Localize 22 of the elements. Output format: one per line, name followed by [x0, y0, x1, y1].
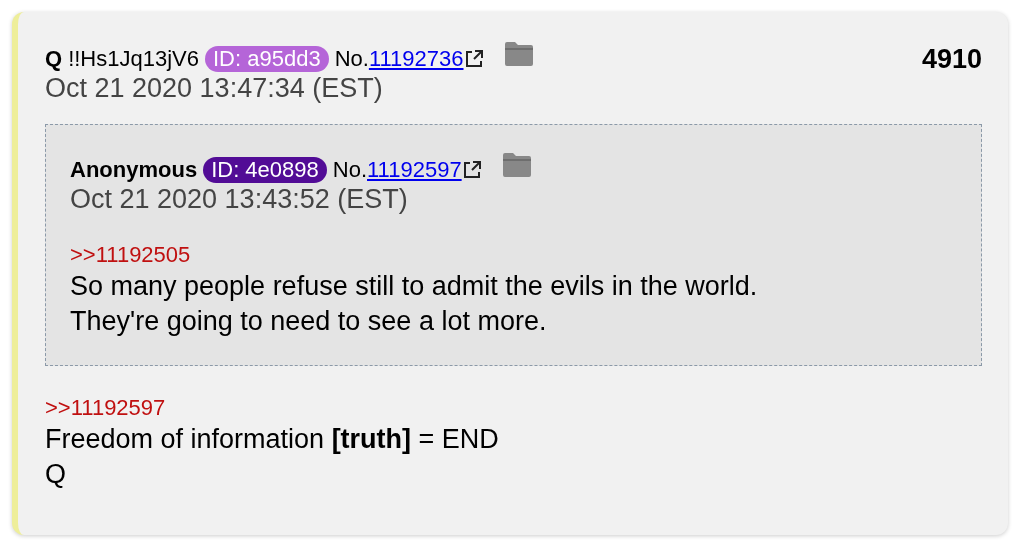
reply-link[interactable]: >>11192597: [45, 394, 982, 422]
external-link-icon[interactable]: [461, 160, 482, 180]
post-number-label: No.: [334, 46, 369, 72]
post-count: 4910: [921, 46, 982, 72]
external-link-icon[interactable]: [463, 49, 484, 69]
id-badge: ID: a95dd3: [205, 46, 329, 72]
post-date: Oct 21 2020 13:47:34 (EST): [45, 72, 384, 104]
post-number-label: No.: [332, 157, 367, 183]
tripcode: !!Hs1Jq13jV6: [68, 46, 199, 72]
post-number-link[interactable]: 11192597: [367, 157, 462, 183]
post-date: Oct 21 2020 13:43:52 (EST): [70, 183, 409, 215]
poster-name: Q: [45, 46, 63, 72]
folder-icon[interactable]: [503, 41, 534, 67]
post-text: Freedom of information [truth] = END: [45, 423, 500, 456]
reply-link[interactable]: >>11192505: [70, 241, 957, 269]
post-text: They're going to need to see a lot more.: [70, 305, 548, 338]
post-number-link[interactable]: 11192736: [368, 46, 464, 72]
poster-name: Anonymous: [70, 157, 198, 183]
id-badge: ID: 4e0898: [203, 157, 327, 183]
post-text: Q: [45, 458, 67, 491]
folder-icon[interactable]: [501, 152, 532, 178]
post-text: So many people refuse still to admit the evils in the world.: [70, 270, 759, 303]
